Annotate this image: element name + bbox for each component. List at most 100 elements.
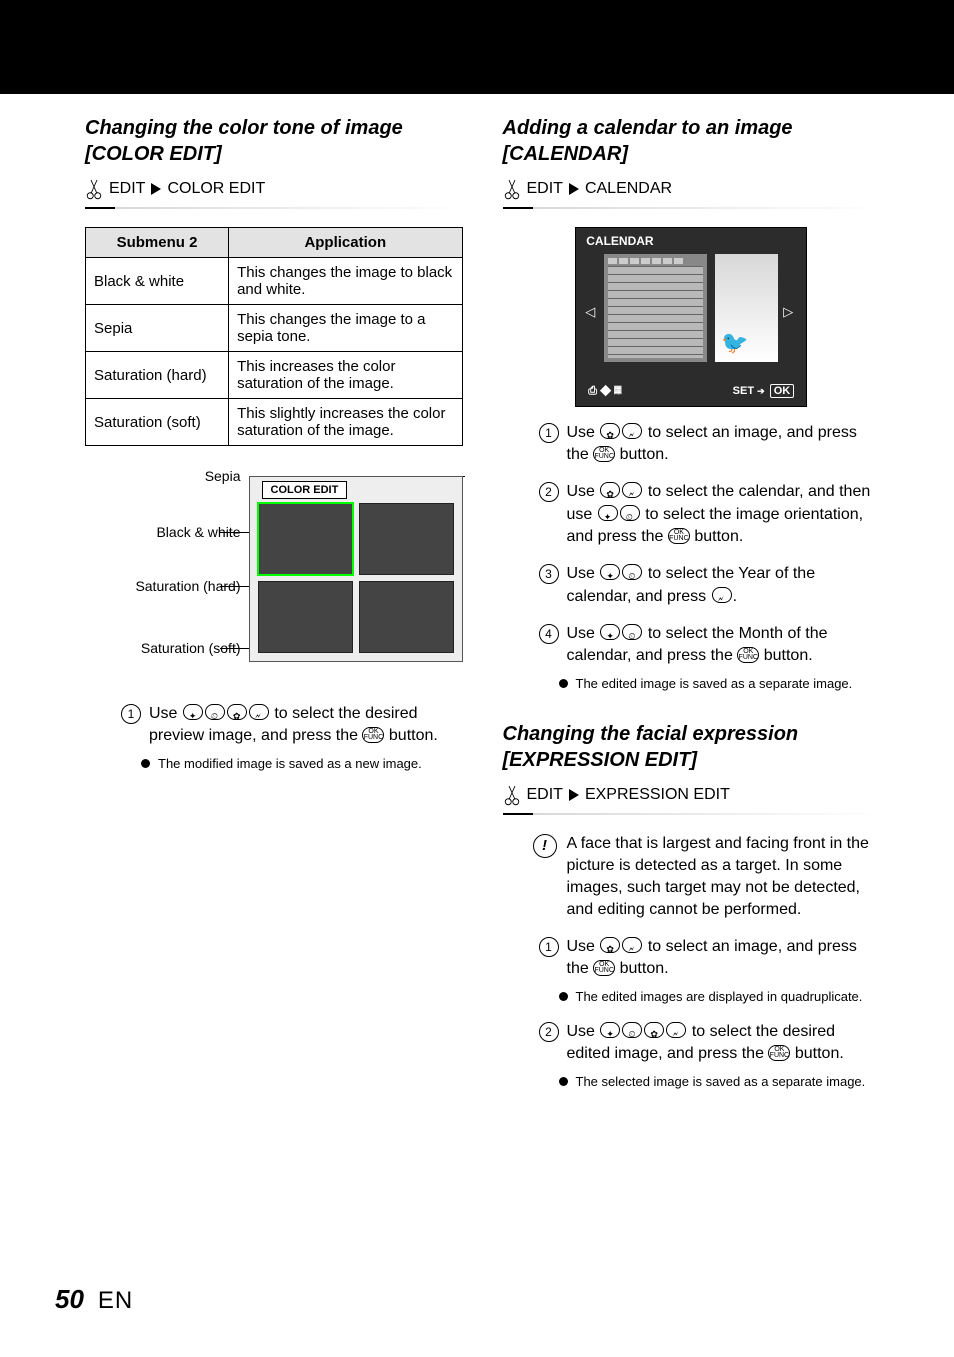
calendar-grid-lines	[608, 266, 703, 358]
t: button.	[790, 1045, 843, 1062]
step-text: Use to select the calendar, and then use…	[567, 480, 881, 548]
preview-thumb-soft	[359, 581, 454, 653]
table-row: Sepia This changes the image to a sepia …	[86, 305, 463, 352]
timer-button-icon	[622, 624, 642, 640]
bullet-note: The edited images are displayed in quadr…	[559, 988, 881, 1006]
scissor-icon	[503, 783, 521, 807]
step-number-icon: 1	[121, 704, 141, 724]
section-underline	[503, 813, 881, 815]
bullet-note: The selected image is saved as a separat…	[559, 1073, 881, 1091]
t: Use	[567, 424, 600, 441]
crumb-root: EDIT	[527, 786, 563, 804]
warning-text: A face that is largest and facing front …	[567, 833, 881, 921]
step-number-icon: 3	[539, 564, 559, 584]
macro-button-icon	[600, 937, 620, 953]
section-title-expression: Changing the facial expression [EXPRESSI…	[503, 721, 881, 773]
cell-name: Black & white	[86, 258, 229, 305]
preview-thumb-bw	[258, 503, 353, 575]
label-set: SET	[733, 385, 754, 397]
calendar-grid	[604, 254, 707, 362]
cell-desc: This slightly increases the color satura…	[229, 399, 462, 446]
step-number-icon: 2	[539, 482, 559, 502]
macro-button-icon	[227, 704, 247, 720]
content-columns: Changing the color tone of image [COLOR …	[85, 115, 880, 1091]
exposure-button-icon	[598, 505, 618, 521]
step-2: 2 Use to select the calendar, and then u…	[539, 480, 881, 548]
crumb-root: EDIT	[109, 180, 145, 198]
section-underline	[503, 207, 881, 209]
ok-func-button-icon: OKFUNC	[362, 727, 384, 743]
ok-func-button-icon: OKFUNC	[737, 647, 759, 663]
step-1: 1 Use to select an image, and press the …	[539, 935, 881, 980]
left-column: Changing the color tone of image [COLOR …	[85, 115, 463, 1091]
bullet-note: The modified image is saved as a new ima…	[141, 755, 463, 773]
step-text: Use to select an image, and press the OK…	[567, 935, 881, 980]
exposure-button-icon	[600, 564, 620, 580]
t: button.	[615, 446, 668, 463]
calendar-box-title: CALENDAR	[586, 234, 653, 248]
right-triangle-icon: ▷	[783, 304, 797, 318]
t: Use	[567, 938, 600, 955]
step-3: 3 Use to select the Year of the calendar…	[539, 562, 881, 608]
left-triangle-icon: ◁	[585, 304, 599, 318]
flash-button-icon	[249, 704, 269, 720]
th-submenu: Submenu 2	[86, 228, 229, 258]
bullet-dot-icon	[559, 1077, 568, 1086]
step-text: Use to select the desired edited image, …	[567, 1020, 881, 1065]
timer-button-icon	[622, 564, 642, 580]
crumb-leaf: COLOR EDIT	[167, 180, 265, 198]
t: Use	[567, 565, 600, 582]
step-number-icon: 2	[539, 1022, 559, 1042]
calendar-preview-box: CALENDAR ◁ ▷ ⎙ ◆ 𝄜 SET ➔ OK	[575, 227, 807, 407]
right-column: Adding a calendar to an image [CALENDAR]…	[503, 115, 881, 1091]
cell-desc: This changes the image to a sepia tone.	[229, 305, 462, 352]
bullet-note: The edited image is saved as a separate …	[559, 675, 881, 693]
breadcrumb-expression: EDIT EXPRESSION EDIT	[503, 783, 881, 807]
triangle-right-icon	[569, 789, 579, 801]
cell-desc: This changes the image to black and whit…	[229, 258, 462, 305]
timer-button-icon	[622, 1022, 642, 1038]
step-4: 4 Use to select the Month of the calenda…	[539, 622, 881, 667]
cell-name: Saturation (soft)	[86, 399, 229, 446]
t: Use	[149, 705, 182, 722]
ok-box-label: OK	[770, 384, 795, 398]
arrow-right-icon: ➔	[757, 386, 765, 396]
crumb-leaf: CALENDAR	[585, 180, 672, 198]
t: Use	[567, 483, 600, 500]
scissor-icon	[503, 177, 521, 201]
section-underline	[85, 207, 463, 209]
flash-button-icon	[666, 1022, 686, 1038]
bullet-text: The edited image is saved as a separate …	[576, 675, 853, 693]
t: button.	[690, 528, 743, 545]
step-text: Use to select the Year of the calendar, …	[567, 562, 881, 608]
crumb-leaf: EXPRESSION EDIT	[585, 786, 730, 804]
bullet-text: The modified image is saved as a new ima…	[158, 755, 422, 773]
t: .	[733, 588, 737, 605]
breadcrumb-color-edit: EDIT COLOR EDIT	[85, 177, 463, 201]
bullet-text: The edited images are displayed in quadr…	[576, 988, 863, 1006]
table-row: Saturation (soft) This slightly increase…	[86, 399, 463, 446]
triangle-right-icon	[569, 183, 579, 195]
step-number-icon: 1	[539, 423, 559, 443]
step-number-icon: 4	[539, 624, 559, 644]
timer-button-icon	[620, 505, 640, 521]
spec-table: Submenu 2 Application Black & white This…	[85, 227, 463, 446]
bullet-dot-icon	[559, 992, 568, 1001]
bullet-text: The selected image is saved as a separat…	[576, 1073, 866, 1091]
ok-func-button-icon: OKFUNC	[668, 528, 690, 544]
color-edit-diagram: Sepia Black & white Saturation (hard) Sa…	[85, 468, 463, 688]
macro-button-icon	[644, 1022, 664, 1038]
page-footer: 50 EN	[55, 1284, 133, 1315]
step-text: Use to select the desired preview image,…	[149, 702, 463, 747]
t: button.	[384, 727, 437, 744]
diag-label-sepia: Sepia	[205, 468, 241, 484]
preview-thumb-sepia	[359, 503, 454, 575]
flash-button-icon	[712, 587, 732, 603]
preview-thumb-hard	[258, 581, 353, 653]
warning-note: ! A face that is largest and facing fron…	[533, 833, 881, 921]
section-title-color-edit: Changing the color tone of image [COLOR …	[85, 115, 463, 167]
top-black-bar	[0, 0, 954, 94]
preview-box-title: COLOR EDIT	[262, 481, 348, 499]
bullet-dot-icon	[559, 679, 568, 688]
step-text: Use to select the Month of the calendar,…	[567, 622, 881, 667]
